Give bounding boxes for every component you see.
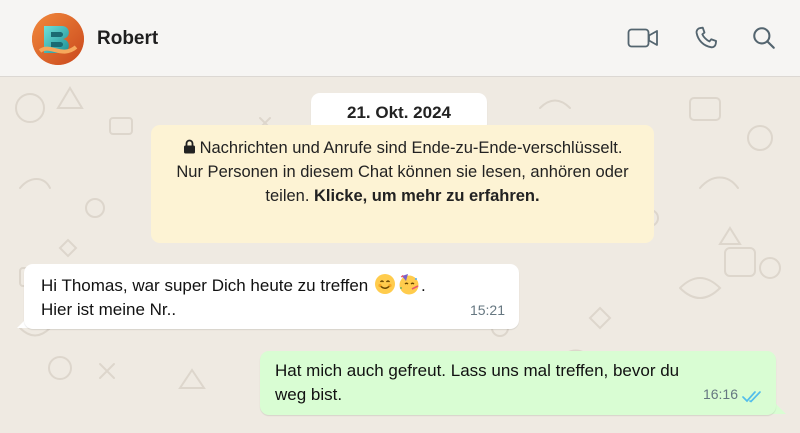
message-line: weg bist. <box>275 385 343 404</box>
message-text-end: . <box>420 276 426 295</box>
avatar[interactable] <box>32 13 84 65</box>
voice-call-button[interactable] <box>690 24 722 52</box>
read-receipt-icon <box>742 391 761 403</box>
encryption-notice[interactable]: Nachrichten und Anrufe sind Ende-zu-Ende… <box>151 125 654 243</box>
message-line: Hier ist meine Nr.. <box>41 300 177 319</box>
smiling-face-emoji <box>374 274 395 294</box>
message-timestamp: 15:21 <box>469 302 505 318</box>
contact-name[interactable]: Robert <box>97 28 158 50</box>
chat-header: Robert <box>0 0 800 77</box>
video-call-button[interactable] <box>627 24 659 52</box>
party-face-emoji <box>399 274 419 295</box>
voice-call-icon <box>695 26 717 49</box>
message-incoming[interactable]: Hi Thomas, war super Dich heute zu treff… <box>24 264 519 329</box>
video-call-icon <box>627 28 658 48</box>
message-text: Hi Thomas, war super Dich heute zu treff… <box>41 276 369 295</box>
learn-more-link[interactable]: Klicke, um mehr zu erfahren. <box>314 187 540 205</box>
message-line: Hat mich auch gefreut. Lass uns mal tref… <box>275 361 680 380</box>
search-icon <box>753 27 775 49</box>
lock-icon <box>183 139 195 154</box>
search-button[interactable] <box>748 24 780 52</box>
avatar-logo-icon <box>32 13 84 65</box>
message-line: Hi Thomas, war super Dich heute zu treff… <box>41 273 503 298</box>
message-timestamp: 16:16 <box>702 386 738 402</box>
message-outgoing[interactable]: Hat mich auch gefreut. Lass uns mal tref… <box>260 351 776 415</box>
